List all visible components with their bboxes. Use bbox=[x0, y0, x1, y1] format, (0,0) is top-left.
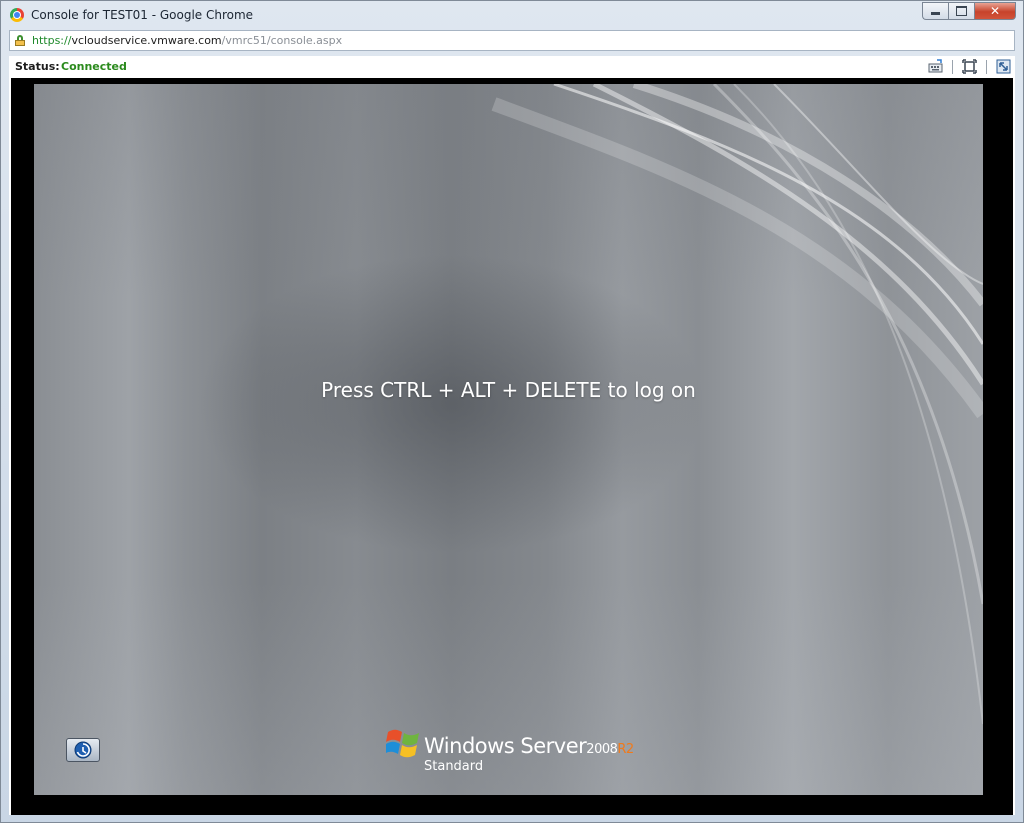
close-button[interactable]: ✕ bbox=[974, 2, 1016, 20]
url-path: /vmrc51/console.aspx bbox=[221, 34, 343, 47]
status-label: Status: bbox=[15, 60, 60, 73]
send-keys-icon[interactable] bbox=[928, 59, 943, 74]
background-swooshes bbox=[491, 84, 983, 725]
lock-icon[interactable] bbox=[15, 35, 25, 46]
console-frame[interactable]: Press CTRL + ALT + DELETE to log on Wind… bbox=[11, 78, 1013, 815]
console-status-bar: Status: Connected bbox=[9, 56, 1015, 78]
windows-branding: Windows Server2008R2 Standard bbox=[386, 727, 666, 777]
window-title: Console for TEST01 - Google Chrome bbox=[31, 8, 254, 22]
url-scheme: https:// bbox=[32, 34, 72, 47]
url-host: vcloudservice.vmware.com bbox=[71, 34, 222, 47]
address-bar[interactable]: https://vcloudservice.vmware.com/vmrc51/… bbox=[9, 30, 1015, 51]
product-edition: Standard bbox=[424, 759, 484, 774]
windows-flag-icon bbox=[386, 729, 419, 758]
toolbar-separator bbox=[986, 59, 987, 74]
product-title: Windows Server bbox=[424, 734, 587, 758]
popout-icon[interactable] bbox=[996, 59, 1011, 74]
product-release: R2 bbox=[617, 742, 634, 757]
maximize-icon bbox=[949, 3, 974, 19]
maximize-button[interactable] bbox=[948, 2, 974, 20]
url-text[interactable]: https://vcloudservice.vmware.com/vmrc51/… bbox=[32, 34, 342, 47]
ease-of-access-button[interactable] bbox=[66, 738, 100, 762]
browser-window: Console for TEST01 - Google Chrome ✕ htt… bbox=[0, 0, 1024, 823]
page-content: Status: Connected Press CTRL + ALT + DEL… bbox=[9, 56, 1015, 815]
vm-screen[interactable]: Press CTRL + ALT + DELETE to log on Wind… bbox=[34, 84, 983, 795]
minimize-icon bbox=[923, 3, 948, 19]
close-icon: ✕ bbox=[989, 4, 1001, 18]
window-controls: ✕ bbox=[922, 2, 1016, 20]
logon-prompt: Press CTRL + ALT + DELETE to log on bbox=[321, 378, 696, 402]
console-toolbar bbox=[928, 59, 1011, 74]
product-version: 2008 bbox=[586, 742, 618, 757]
chrome-logo-icon bbox=[10, 8, 24, 22]
status-value: Connected bbox=[61, 60, 127, 73]
ease-of-access-icon bbox=[74, 741, 92, 759]
toolbar-separator bbox=[952, 59, 953, 74]
fullscreen-icon[interactable] bbox=[962, 59, 977, 74]
product-name: Windows Server2008R2 bbox=[424, 734, 634, 758]
minimize-button[interactable] bbox=[922, 2, 948, 20]
title-bar[interactable]: Console for TEST01 - Google Chrome ✕ bbox=[1, 1, 1023, 29]
